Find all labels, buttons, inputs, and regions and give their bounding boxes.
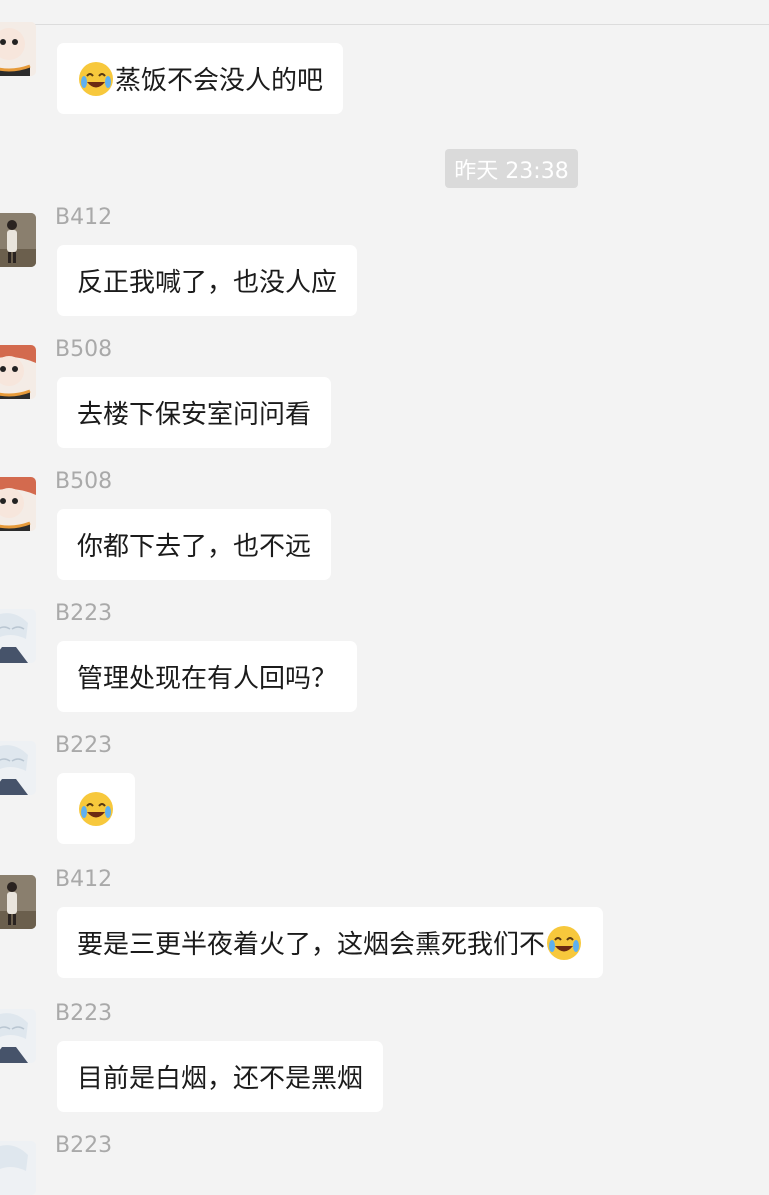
avatar[interactable] [0, 1141, 36, 1195]
avatar[interactable] [0, 609, 36, 663]
avatar[interactable] [0, 477, 36, 531]
message-bubble[interactable]: 去楼下保安室问问看 [57, 377, 332, 448]
top-divider [0, 24, 769, 25]
message-text: 反正我喊了，也没人应 [77, 268, 338, 298]
sender-name: B508 [55, 337, 113, 362]
avatar[interactable] [0, 213, 36, 267]
message-text: 管理处现在有人回吗？ [77, 664, 338, 694]
message-bubble[interactable]: 蒸饭不会没人的吧 [57, 43, 344, 114]
message-text: 你都下去了，也不远 [77, 532, 312, 562]
message-text: 去楼下保安室问问看 [77, 400, 312, 430]
message-bubble[interactable]: 反正我喊了，也没人应 [57, 245, 358, 316]
message-bubble[interactable]: 要是三更半夜着火了，这烟会熏死我们不 [57, 907, 604, 978]
sender-name: B223 [55, 601, 113, 626]
message-text: 要是三更半夜着火了，这烟会熏死我们不 [77, 930, 546, 960]
avatar[interactable] [0, 1009, 36, 1063]
sender-name: B508 [55, 469, 113, 494]
message-text: 蒸饭不会没人的吧 [115, 66, 324, 96]
message-text: 目前是白烟，还不是黑烟 [77, 1064, 364, 1094]
message-bubble[interactable]: 目前是白烟，还不是黑烟 [57, 1041, 384, 1112]
timestamp-badge: 昨天 23:38 [445, 149, 578, 188]
avatar[interactable] [0, 875, 36, 929]
avatar[interactable] [0, 345, 36, 399]
tears-of-joy-emoji [77, 60, 115, 98]
sender-name: B223 [55, 733, 113, 758]
tears-of-joy-emoji [77, 790, 115, 828]
sender-name: B412 [55, 205, 113, 230]
sender-name: B223 [55, 1001, 113, 1026]
avatar[interactable] [0, 22, 36, 76]
sender-name: B412 [55, 867, 113, 892]
tears-of-joy-emoji [545, 924, 583, 962]
message-bubble[interactable] [57, 773, 135, 844]
avatar[interactable] [0, 741, 36, 795]
message-bubble[interactable]: 管理处现在有人回吗？ [57, 641, 358, 712]
sender-name: B223 [55, 1133, 113, 1158]
message-bubble[interactable]: 你都下去了，也不远 [57, 509, 332, 580]
